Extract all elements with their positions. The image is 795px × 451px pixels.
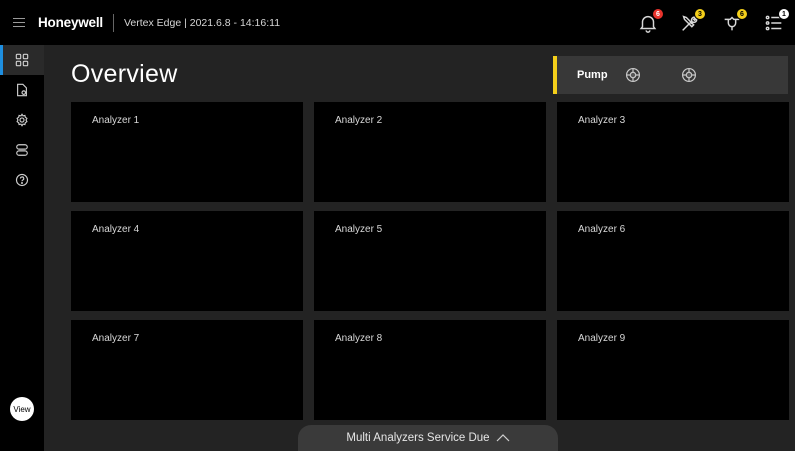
tools-button[interactable]: 3 <box>669 0 711 45</box>
analyzer-label: Analyzer 5 <box>335 224 383 235</box>
sidebar-item-devices[interactable] <box>0 135 44 165</box>
maintenance-badge: 6 <box>736 8 748 20</box>
sidebar-item-overview[interactable] <box>0 45 44 75</box>
analyzer-tile[interactable]: Analyzer 7 <box>71 320 303 420</box>
help-icon <box>15 173 29 187</box>
analyzer-label: Analyzer 1 <box>92 115 140 126</box>
sidebar: View <box>0 45 44 451</box>
brand-divider <box>112 13 114 32</box>
analyzer-label: Analyzer 8 <box>335 333 383 344</box>
view-button[interactable]: View <box>10 397 34 421</box>
tasks-badge: 1 <box>778 8 790 20</box>
header-actions: 6 3 6 1 <box>627 0 795 45</box>
analyzer-label: Analyzer 7 <box>92 333 140 344</box>
sidebar-item-settings[interactable] <box>0 105 44 135</box>
analyzer-label: Analyzer 9 <box>578 333 626 344</box>
pump-label: Pump <box>577 69 608 81</box>
pump-icon[interactable] <box>678 64 700 86</box>
gear-icon <box>16 113 28 127</box>
service-due-button[interactable]: Multi Analyzers Service Due <box>298 425 558 451</box>
pump-panel: Pump <box>553 56 788 94</box>
report-icon <box>17 83 27 97</box>
pump-icon[interactable] <box>622 64 644 86</box>
tools-badge: 3 <box>694 8 706 20</box>
analyzer-label: Analyzer 4 <box>92 224 140 235</box>
sidebar-item-help[interactable] <box>0 165 44 195</box>
alarms-badge: 6 <box>652 8 664 20</box>
maintenance-button[interactable]: 6 <box>711 0 753 45</box>
analyzer-tile[interactable]: Analyzer 1 <box>71 102 303 202</box>
tasks-button[interactable]: 1 <box>753 0 795 45</box>
analyzer-tile[interactable]: Analyzer 2 <box>314 102 546 202</box>
alarms-button[interactable]: 6 <box>627 0 669 45</box>
service-due-label: Multi Analyzers Service Due <box>346 432 490 444</box>
hamburger-menu-icon[interactable] <box>0 0 38 45</box>
analyzer-label: Analyzer 3 <box>578 115 626 126</box>
brand-logo: Honeywell <box>38 15 103 30</box>
analyzer-tile[interactable]: Analyzer 5 <box>314 211 546 311</box>
analyzer-tile[interactable]: Analyzer 8 <box>314 320 546 420</box>
toggle-icon <box>16 144 28 156</box>
system-subtitle: Vertex Edge | 2021.6.8 - 14:16:11 <box>123 16 281 29</box>
analyzer-label: Analyzer 6 <box>578 224 626 235</box>
sidebar-item-reports[interactable] <box>0 75 44 105</box>
analyzer-grid: Analyzer 1 Analyzer 2 Analyzer 3 Analyze… <box>71 102 789 420</box>
page-title: Overview <box>71 60 178 88</box>
pump-status-bar <box>553 56 557 94</box>
analyzer-tile[interactable]: Analyzer 6 <box>557 211 789 311</box>
analyzer-tile[interactable]: Analyzer 4 <box>71 211 303 311</box>
analyzer-tile[interactable]: Analyzer 9 <box>557 320 789 420</box>
analyzer-tile[interactable]: Analyzer 3 <box>557 102 789 202</box>
analyzer-label: Analyzer 2 <box>335 115 383 126</box>
grid-icon <box>15 53 29 67</box>
top-bar: Honeywell Vertex Edge | 2021.6.8 - 14:16… <box>0 0 795 45</box>
chevron-up-icon <box>496 434 510 442</box>
